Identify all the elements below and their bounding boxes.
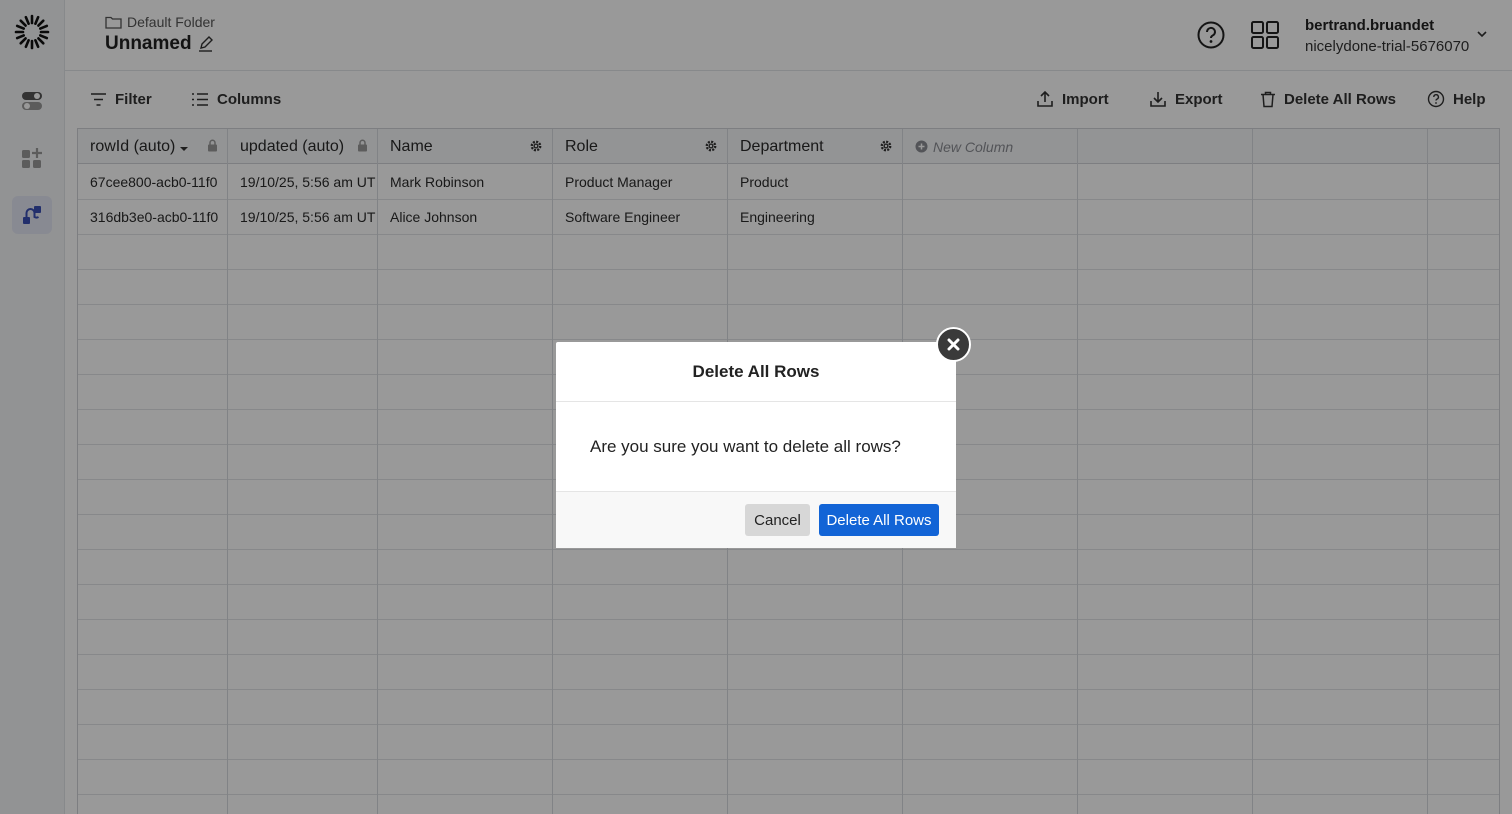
dialog-message: Are you sure you want to delete all rows… — [556, 402, 956, 492]
close-dialog-button[interactable] — [936, 327, 971, 362]
close-icon — [947, 338, 960, 351]
cancel-button[interactable]: Cancel — [745, 504, 810, 536]
dialog-footer: Cancel Delete All Rows — [556, 492, 956, 548]
dialog-title: Delete All Rows — [556, 342, 956, 402]
delete-all-rows-dialog: Delete All Rows Are you sure you want to… — [556, 342, 956, 548]
confirm-delete-button[interactable]: Delete All Rows — [819, 504, 939, 536]
